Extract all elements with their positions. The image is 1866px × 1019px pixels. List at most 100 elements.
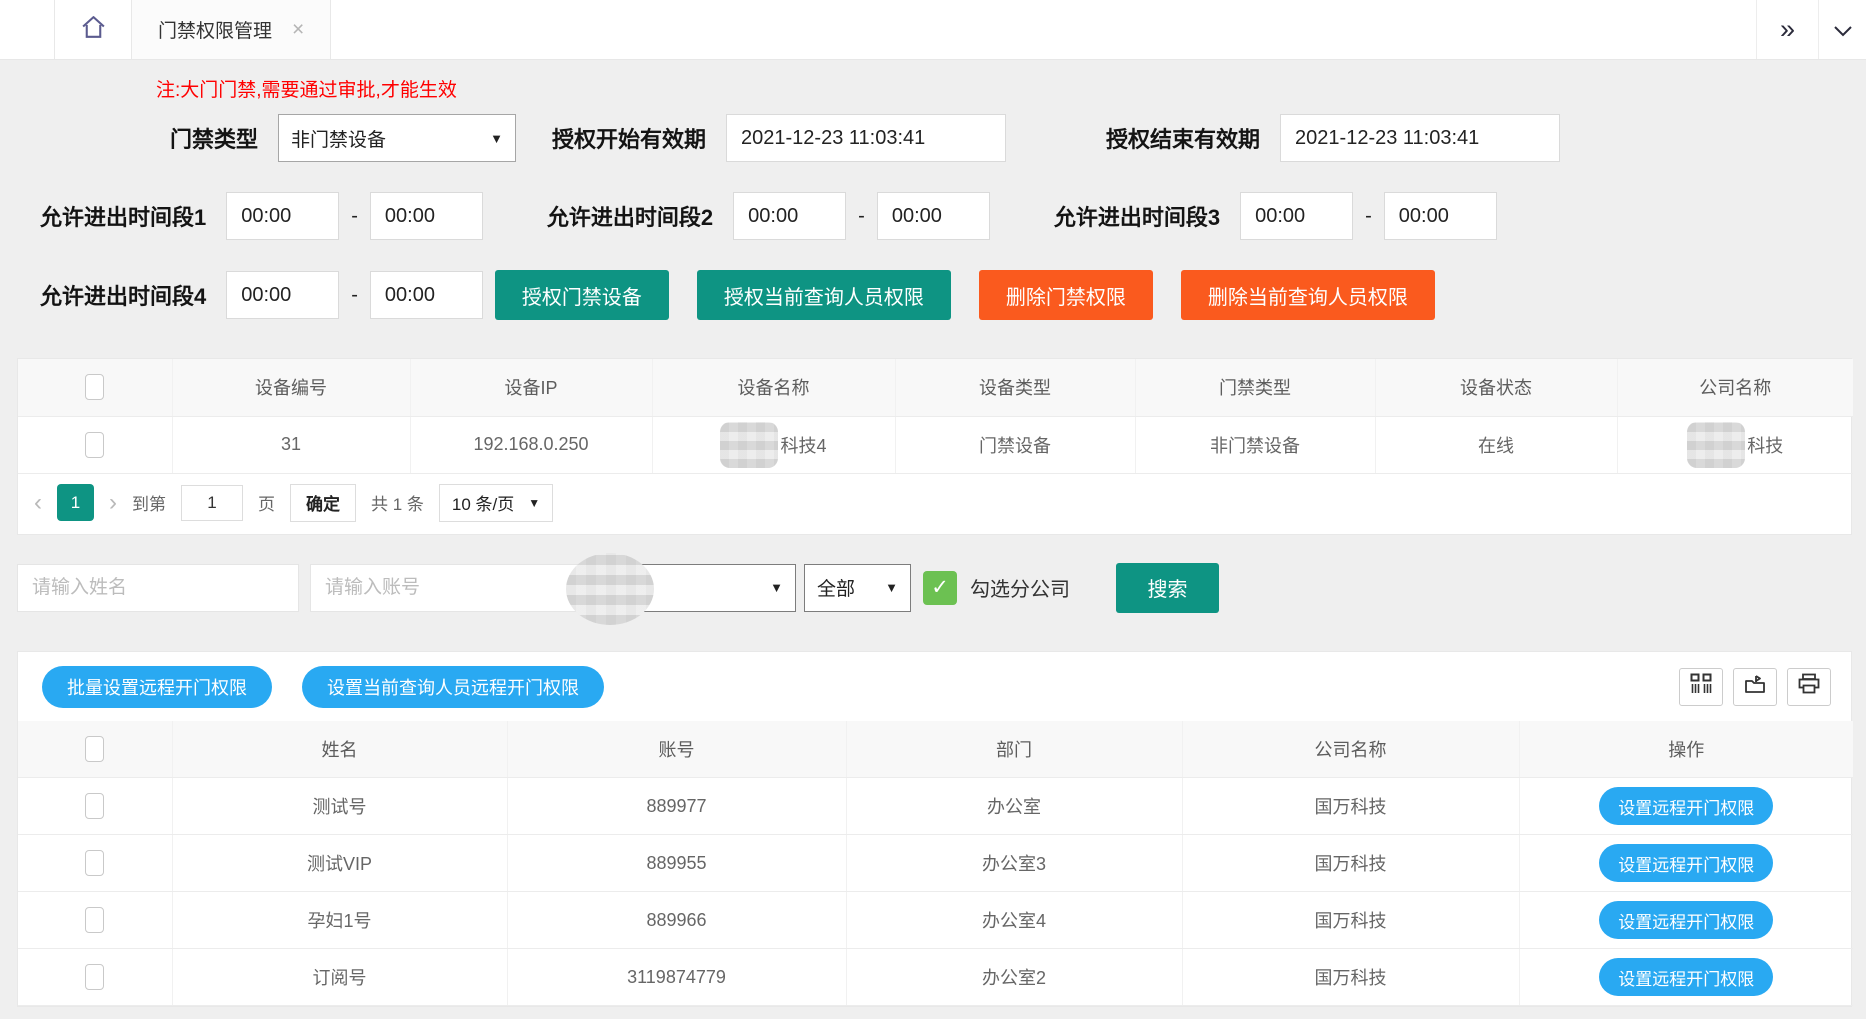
col-company-name: 公司名称 [1617, 359, 1853, 416]
person-account: 889966 [507, 892, 846, 949]
tab-door-permission[interactable]: 门禁权限管理 × [132, 0, 331, 59]
person-row: 测试号 889977 办公室 国万科技 设置远程开门权限 [18, 778, 1853, 835]
col-device-status: 设备状态 [1375, 359, 1617, 416]
range-dash: - [1365, 205, 1372, 228]
set-remote-open-button[interactable]: 设置远程开门权限 [1599, 901, 1773, 939]
device-type: 门禁设备 [895, 416, 1135, 473]
dropdown-arrow-icon: ▼ [528, 496, 540, 510]
col-device-name: 设备名称 [652, 359, 895, 416]
person-company: 国万科技 [1182, 949, 1519, 1006]
person-panel: 批量设置远程开门权限 设置当前查询人员远程开门权限 [17, 651, 1852, 1008]
export-button[interactable] [1733, 668, 1777, 706]
current-page-button[interactable]: 1 [57, 484, 94, 521]
blurred-text [720, 422, 778, 468]
goto-page-input[interactable] [181, 485, 243, 521]
col-device-ip: 设备IP [410, 359, 652, 416]
period4-from-input[interactable] [226, 271, 339, 319]
col-door-type: 门禁类型 [1135, 359, 1375, 416]
tab-menu-button[interactable] [1818, 0, 1866, 59]
topbar-right-controls: » [1756, 0, 1866, 59]
select-all-devices-checkbox[interactable] [85, 374, 104, 400]
period3-to-input[interactable] [1384, 192, 1497, 240]
set-remote-open-button[interactable]: 设置远程开门权限 [1599, 787, 1773, 825]
company-select[interactable]: 科技 ▼ [600, 564, 796, 612]
home-tab[interactable] [54, 0, 132, 59]
table-tool-icons [1669, 668, 1831, 706]
export-icon [1744, 673, 1766, 700]
form-row-3: 允许进出时间段4 - 授权门禁设备 授权当前查询人员权限 删除门禁权限 删除当前… [40, 270, 1866, 320]
auth-start-label: 授权开始有效期 [552, 122, 706, 154]
chevron-down-icon [1833, 14, 1853, 45]
person-dept: 办公室3 [846, 835, 1182, 892]
device-door-type: 非门禁设备 [1135, 416, 1375, 473]
approval-note: 注:大门门禁,需要通过审批,才能生效 [156, 75, 1866, 102]
branch-company-checkbox[interactable]: ✓ [923, 571, 957, 605]
next-page-icon[interactable]: › [109, 491, 117, 515]
person-dept: 办公室4 [846, 892, 1182, 949]
period3-from-input[interactable] [1240, 192, 1353, 240]
account-search-input[interactable] [310, 564, 592, 612]
device-ip: 192.168.0.250 [410, 416, 652, 473]
current-query-remote-open-button[interactable]: 设置当前查询人员远程开门权限 [302, 666, 604, 708]
period3-label: 允许进出时间段3 [1054, 200, 1220, 232]
person-table: 姓名 账号 部门 公司名称 操作 测试号 889977 办公室 国万科技 设置远… [18, 721, 1853, 1007]
page-size-select[interactable]: 10 条/页 ▼ [439, 484, 553, 522]
col-dept: 部门 [846, 721, 1182, 778]
dropdown-arrow-icon: ▼ [490, 131, 503, 146]
period4-label: 允许进出时间段4 [40, 279, 206, 311]
period2-label: 允许进出时间段2 [547, 200, 713, 232]
person-name: 测试VIP [172, 835, 507, 892]
grant-person-button[interactable]: 授权当前查询人员权限 [697, 270, 951, 320]
delete-device-permission-button[interactable]: 删除门禁权限 [979, 270, 1153, 320]
period4-to-input[interactable] [370, 271, 483, 319]
close-icon[interactable]: × [292, 19, 304, 40]
person-name: 孕妇1号 [172, 892, 507, 949]
person-row-checkbox[interactable] [85, 850, 104, 876]
name-search-input[interactable] [17, 564, 299, 612]
batch-remote-open-button[interactable]: 批量设置远程开门权限 [42, 666, 272, 708]
grant-device-button[interactable]: 授权门禁设备 [495, 270, 669, 320]
person-table-header-row: 姓名 账号 部门 公司名称 操作 [18, 721, 1853, 778]
range-dash: - [351, 284, 358, 307]
form-row-2: 允许进出时间段1 - 允许进出时间段2 - 允许进出时间段3 - [40, 192, 1866, 240]
person-row-checkbox[interactable] [85, 964, 104, 990]
delete-person-permission-button[interactable]: 删除当前查询人员权限 [1181, 270, 1435, 320]
set-remote-open-button[interactable]: 设置远程开门权限 [1599, 958, 1773, 996]
person-company: 国万科技 [1182, 892, 1519, 949]
auth-end-input[interactable] [1280, 114, 1560, 162]
auth-start-input[interactable] [726, 114, 1006, 162]
prev-page-icon[interactable]: ‹ [34, 491, 42, 515]
person-company: 国万科技 [1182, 778, 1519, 835]
col-company: 公司名称 [1182, 721, 1519, 778]
period2-from-input[interactable] [733, 192, 846, 240]
period1-to-input[interactable] [370, 192, 483, 240]
door-type-select[interactable]: 非门禁设备 ▼ [278, 114, 516, 162]
columns-setting-button[interactable] [1679, 668, 1723, 706]
person-name: 测试号 [172, 778, 507, 835]
scope-select[interactable]: 全部 ▼ [804, 564, 911, 612]
person-row-checkbox[interactable] [85, 793, 104, 819]
door-type-value: 非门禁设备 [291, 125, 386, 152]
person-row-checkbox[interactable] [85, 907, 104, 933]
period1-label: 允许进出时间段1 [40, 200, 206, 232]
device-row-checkbox[interactable] [85, 432, 104, 458]
person-name: 订阅号 [172, 949, 507, 1006]
person-company: 国万科技 [1182, 835, 1519, 892]
print-button[interactable] [1787, 668, 1831, 706]
set-remote-open-button[interactable]: 设置远程开门权限 [1599, 844, 1773, 882]
topbar-spacer [0, 0, 54, 59]
select-all-persons-checkbox[interactable] [85, 736, 104, 762]
device-company: 科技 [1617, 416, 1853, 473]
search-button[interactable]: 搜索 [1116, 563, 1219, 613]
range-dash: - [858, 205, 865, 228]
person-account: 889977 [507, 778, 846, 835]
blurred-text [1687, 422, 1745, 468]
person-dept: 办公室2 [846, 949, 1182, 1006]
period2-to-input[interactable] [877, 192, 990, 240]
goto-confirm-button[interactable]: 确定 [290, 484, 356, 522]
dropdown-arrow-icon: ▼ [770, 580, 783, 595]
expand-tabs-button[interactable]: » [1756, 0, 1818, 59]
period1-from-input[interactable] [226, 192, 339, 240]
device-table-row: 31 192.168.0.250 科技4 门禁设备 非门禁设备 在线 科技 [18, 416, 1853, 473]
person-row: 测试VIP 889955 办公室3 国万科技 设置远程开门权限 [18, 835, 1853, 892]
